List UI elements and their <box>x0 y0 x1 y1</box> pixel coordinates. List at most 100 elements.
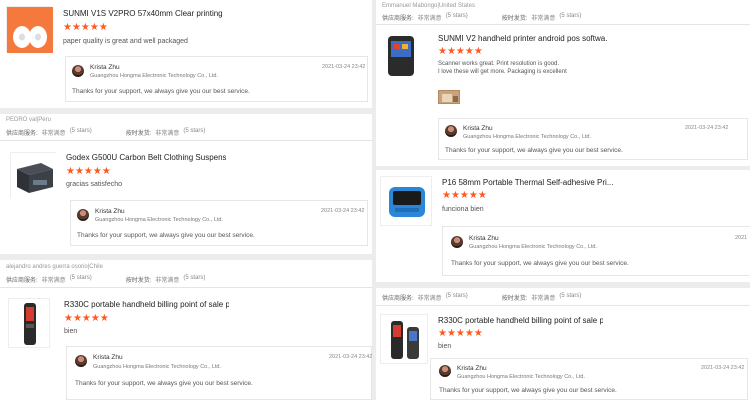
product-thumbnail[interactable] <box>8 298 50 348</box>
service-stars: (5 stars) <box>69 128 92 134</box>
review-card-2: PEDRO val|Peru 供应商服务: 非常满意 (5 stars) 按时发货:… <box>0 114 372 254</box>
star-rating: ★★★★★ <box>438 328 483 339</box>
shipping-stars: (5 stars) <box>183 275 206 281</box>
review-card-3: alejandro andres guerra osorio|Chile 供应商… <box>0 260 372 400</box>
shipping-label: 按时发货: <box>125 131 152 137</box>
reply-date: 2021-03-24 23:42 <box>329 354 372 360</box>
service-label: 供应商服务: <box>382 16 414 22</box>
star-rating: ★★★★★ <box>66 166 111 177</box>
review-photo[interactable] <box>438 90 460 104</box>
label-printer-image <box>11 153 57 199</box>
avatar <box>451 236 463 248</box>
product-thumbnail[interactable] <box>6 6 53 53</box>
avatar <box>72 65 84 77</box>
divider <box>0 140 372 141</box>
buyer-info: Emmanuel Mabongo|United States <box>382 3 475 9</box>
reply-text: Thanks for your support, we always give … <box>77 232 255 239</box>
shipping-value: 非常满意 <box>531 296 556 302</box>
reply-date: 2021-03-24 23:42 <box>701 365 745 371</box>
reply-company: Guangzhou Hongma Electronic Technology C… <box>469 244 598 250</box>
review-card-1: SUNMI V1S V2PRO 57x40mm Clear printing c… <box>0 0 372 108</box>
review-comment: gracias satisfecho <box>66 181 123 188</box>
service-value: 非常满意 <box>41 278 66 284</box>
reply-company: Guangzhou Hongma Electronic Technology C… <box>95 217 224 223</box>
review-comment: paper quality is great and well packaged <box>63 38 188 45</box>
product-thumbnail[interactable] <box>380 176 432 226</box>
rating-summary: 供应商服务: 非常满意 (5 stars) 按时发货: 非常满意 (5 stars) <box>382 293 581 302</box>
product-title[interactable]: R330C portable handheld billing point of… <box>438 316 603 325</box>
star-rating: ★★★★★ <box>438 46 483 57</box>
reply-text: Thanks for your support, we always give … <box>451 260 629 267</box>
shipping-value: 非常满意 <box>531 16 556 22</box>
product-title[interactable]: R330C portable handheld billing point of… <box>64 300 229 309</box>
product-title[interactable]: SUNMI V2 handheld printer android pos so… <box>438 34 608 43</box>
reply-text: Thanks for your support, we always give … <box>439 387 617 394</box>
divider <box>0 287 372 288</box>
star-rating: ★★★★★ <box>442 190 487 201</box>
avatar <box>445 125 457 137</box>
reply-company: Guangzhou Hongma Electronic Technology C… <box>90 73 219 79</box>
reply-text: Thanks for your support, we always give … <box>75 380 253 387</box>
seller-reply: Krista Zhu Guangzhou Hongma Electronic T… <box>65 56 368 102</box>
shipping-stars: (5 stars) <box>559 13 582 19</box>
review-card-4: Emmanuel Mabongo|United States 供应商服务: 非常满… <box>376 0 750 166</box>
reply-date: 2021-03-24 23:42 <box>685 125 729 131</box>
seller-reply: Krista Zhu Guangzhou Hongma Electronic T… <box>70 200 368 246</box>
seller-reply: Krista Zhu Guangzhou Hongma Electronic T… <box>66 346 372 400</box>
buyer-info: PEDRO val|Peru <box>6 117 51 123</box>
reply-name: Krista Zhu <box>469 235 499 242</box>
divider <box>376 305 750 306</box>
product-title[interactable]: Godex G500U Carbon Belt Clothing Suspens… <box>66 153 226 162</box>
review-comment: bien <box>438 343 452 350</box>
product-thumbnail[interactable] <box>380 32 426 80</box>
product-thumbnail[interactable] <box>10 152 57 199</box>
review-card-5: P16 58mm Portable Thermal Self-adhesive … <box>376 170 750 282</box>
reply-company: Guangzhou Hongma Electronic Technology C… <box>93 364 222 370</box>
star-rating: ★★★★★ <box>63 22 108 33</box>
seller-reply: Krista Zhu Guangzhou Hongma Electronic T… <box>438 118 748 160</box>
divider <box>376 24 750 25</box>
product-title[interactable]: P16 58mm Portable Thermal Self-adhesive … <box>442 178 617 187</box>
service-value: 非常满意 <box>417 296 442 302</box>
reply-name: Krista Zhu <box>95 208 125 215</box>
buyer-info: alejandro andres guerra osorio|Chile <box>6 264 103 270</box>
shipping-value: 非常满意 <box>155 278 180 284</box>
reply-name: Krista Zhu <box>463 125 493 132</box>
shipping-stars: (5 stars) <box>183 128 206 134</box>
service-label: 供应商服务: <box>6 131 38 137</box>
review-comment-line2: I love these will get more. Packaging is… <box>438 69 567 75</box>
reply-name: Krista Zhu <box>90 64 120 71</box>
service-label: 供应商服务: <box>382 296 414 302</box>
service-label: 供应商服务: <box>6 278 38 284</box>
review-card-6: 供应商服务: 非常满意 (5 stars) 按时发货: 非常满意 (5 stars) R… <box>376 288 750 400</box>
review-comment: funciona bien <box>442 206 484 213</box>
review-comment: bien <box>64 328 78 335</box>
shipping-stars: (5 stars) <box>559 293 582 299</box>
reply-date: 2021-03-24 23:42 <box>321 208 365 214</box>
rating-summary: 供应商服务: 非常满意 (5 stars) 按时发货: 非常满意 (5 stars) <box>6 128 205 137</box>
paper-rolls-image <box>7 7 53 53</box>
reply-name: Krista Zhu <box>457 365 487 372</box>
avatar <box>75 355 87 367</box>
avatar <box>439 365 451 377</box>
shipping-value: 非常满意 <box>155 131 180 137</box>
service-stars: (5 stars) <box>445 293 468 299</box>
reply-text: Thanks for your support, we always give … <box>72 88 250 95</box>
service-stars: (5 stars) <box>69 275 92 281</box>
reply-date: 2021 <box>735 235 748 241</box>
rating-summary: 供应商服务: 非常满意 (5 stars) 按时发货: 非常满意 (5 stars) <box>382 13 581 22</box>
shipping-label: 按时发货: <box>501 16 528 22</box>
reply-text: Thanks for your support, we always give … <box>445 147 623 154</box>
service-value: 非常满意 <box>41 131 66 137</box>
reply-name: Krista Zhu <box>93 354 123 361</box>
handheld-pos-image <box>391 321 419 359</box>
rating-summary: 供应商服务: 非常满意 (5 stars) 按时发货: 非常满意 (5 stars) <box>6 275 205 284</box>
avatar <box>77 209 89 221</box>
service-value: 非常满意 <box>417 16 442 22</box>
reply-company: Guangzhou Hongma Electronic Technology C… <box>463 134 592 140</box>
product-title[interactable]: SUNMI V1S V2PRO 57x40mm Clear printing c… <box>63 9 223 18</box>
reply-company: Guangzhou Hongma Electronic Technology C… <box>457 374 586 380</box>
thermal-printer-image <box>389 187 425 217</box>
product-thumbnail[interactable] <box>380 314 428 364</box>
handheld-pos-image <box>24 303 36 345</box>
